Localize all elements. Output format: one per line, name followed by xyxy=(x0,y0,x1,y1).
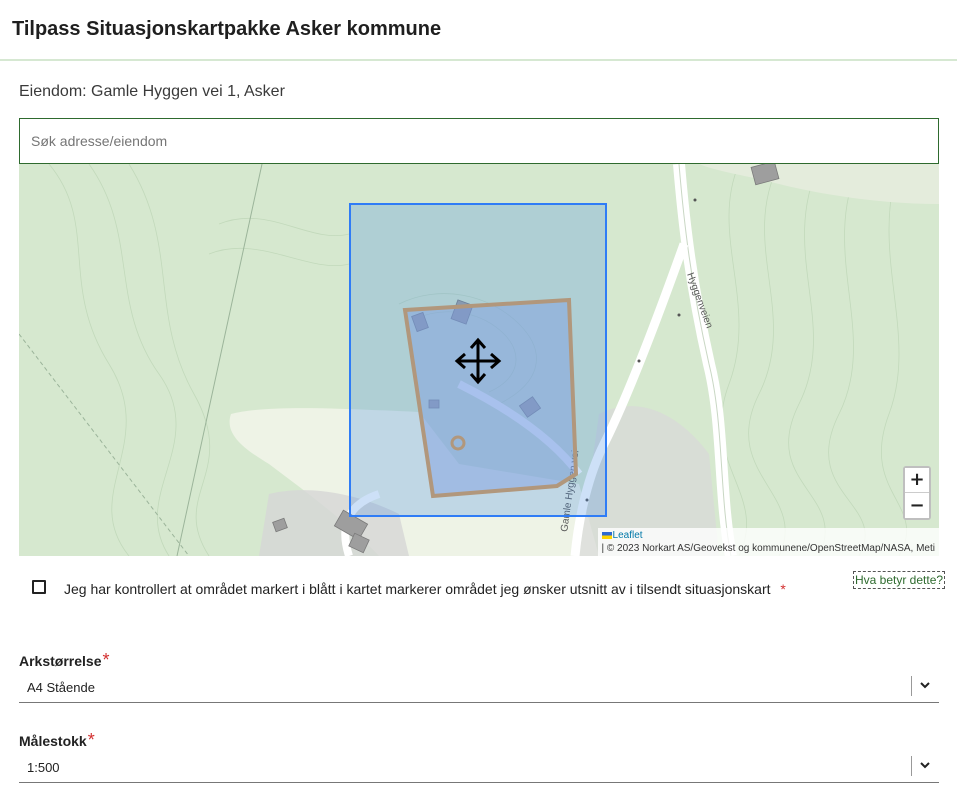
confirm-checkbox[interactable] xyxy=(32,580,46,594)
map-view[interactable]: Hyggenveien Gamle Hyggen vei + − Leaflet… xyxy=(19,164,939,556)
confirm-label-text: Jeg har kontrollert at området markert i… xyxy=(64,581,771,597)
scale-select[interactable]: 1:500 xyxy=(19,751,939,783)
page-header: Tilpass Situasjonskartpakke Asker kommun… xyxy=(0,0,957,61)
scale-label-text: Målestokk xyxy=(19,733,87,749)
search-input[interactable] xyxy=(20,119,938,163)
leaflet-link[interactable]: Leaflet xyxy=(601,529,935,542)
sheet-size-field: Arkstørrelse* A4 Stående xyxy=(19,650,939,703)
zoom-in-button[interactable]: + xyxy=(905,468,929,493)
required-mark: * xyxy=(780,581,786,597)
required-mark: * xyxy=(102,650,110,670)
zoom-control: + − xyxy=(903,466,931,520)
scale-field: Målestokk* 1:500 xyxy=(19,730,939,783)
select-separator xyxy=(911,756,912,776)
sheet-size-label-text: Arkstørrelse xyxy=(19,653,102,669)
search-box[interactable] xyxy=(19,118,939,164)
help-link[interactable]: Hva betyr dette? xyxy=(853,571,946,589)
property-address: Eiendom: Gamle Hyggen vei 1, Asker xyxy=(19,83,285,100)
chevron-down-icon[interactable] xyxy=(919,679,931,691)
scale-value: 1:500 xyxy=(27,760,60,775)
required-mark: * xyxy=(87,730,95,750)
map-attribution: Leaflet | © 2023 Norkart AS/Geovekst og … xyxy=(597,528,939,556)
sheet-size-label: Arkstørrelse* xyxy=(19,650,939,671)
select-separator xyxy=(911,676,912,696)
map-canvas[interactable]: Hyggenveien Gamle Hyggen vei xyxy=(19,164,939,556)
confirm-row: Jeg har kontrollert at området markert i… xyxy=(0,568,957,608)
zoom-out-button[interactable]: − xyxy=(905,493,929,518)
ukraine-flag-icon xyxy=(601,532,612,539)
leaflet-link-label: Leaflet xyxy=(612,530,643,541)
sheet-size-value: A4 Stående xyxy=(27,680,95,695)
sheet-size-select[interactable]: A4 Stående xyxy=(19,671,939,703)
page-title: Tilpass Situasjonskartpakke Asker kommun… xyxy=(12,18,442,40)
confirm-label[interactable]: Jeg har kontrollert at området markert i… xyxy=(64,581,786,597)
scale-label: Målestokk* xyxy=(19,730,939,751)
attribution-text: | © 2023 Norkart AS/Geovekst og kommunen… xyxy=(601,543,935,554)
chevron-down-icon[interactable] xyxy=(919,759,931,771)
